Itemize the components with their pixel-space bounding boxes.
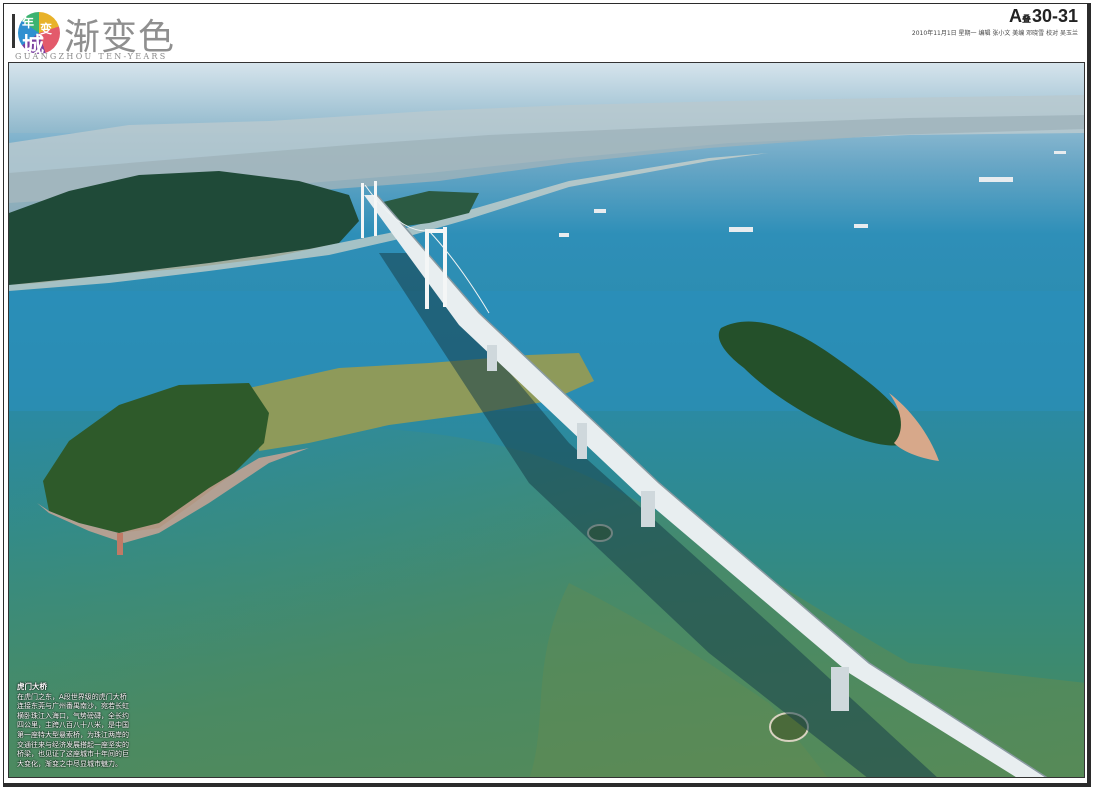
ship-4 <box>594 209 606 213</box>
ship-3 <box>854 224 868 228</box>
caption-title: 虎门大桥 <box>17 682 47 691</box>
ship-1 <box>979 177 1013 182</box>
masthead: 年 城 变 渐变色 GUANGZHOU TEN-YEARS A叠30-31 20… <box>8 6 1088 64</box>
issue-line: 2010年11月1日 星期一 编辑 张小文 美编 邓晓雪 校对 吴玉兰 <box>911 30 1078 37</box>
bridge-pier-2 <box>577 423 587 459</box>
ship-2 <box>729 227 753 232</box>
photo-illustration <box>9 63 1084 777</box>
page-number: A叠30-31 <box>1009 6 1078 27</box>
page-prefix-small: 叠 <box>1021 14 1031 24</box>
section-logo: 年 城 变 渐变色 GUANGZHOU TEN-YEARS <box>12 8 202 61</box>
photo-caption: 虎门大桥 在虎门之东，A段世界级的虎门大桥连接东莞与广州番禺南沙，宛若长虹横卧珠… <box>17 682 131 769</box>
logo-bar <box>12 14 15 48</box>
bridge-tower-2 <box>425 229 429 309</box>
bridge-tower-2b <box>443 227 447 307</box>
caption-body: 在虎门之东，A段世界级的虎门大桥连接东莞与广州番禺南沙，宛若长虹横卧珠江入海口，… <box>17 692 129 768</box>
ship-6 <box>1054 151 1066 154</box>
bridge-pier-4 <box>831 667 849 711</box>
page-number-value: 30-31 <box>1031 6 1078 26</box>
bridge-pier-3 <box>641 491 655 527</box>
pier <box>117 533 123 555</box>
aerial-bridge-photo: 虎门大桥 在虎门之东，A段世界级的虎门大桥连接东莞与广州番禺南沙，宛若长虹横卧珠… <box>8 62 1085 778</box>
bridge-tower-1 <box>361 183 364 238</box>
page-prefix: A <box>1008 6 1022 26</box>
logo-char-3: 变 <box>40 22 53 36</box>
logo-emblem-icon: 年 城 变 <box>18 12 60 59</box>
section-subtitle: GUANGZHOU TEN-YEARS <box>15 52 168 61</box>
bridge-tower-1b <box>374 181 377 236</box>
bridge-pier-1 <box>487 345 497 371</box>
ship-5 <box>559 233 569 237</box>
